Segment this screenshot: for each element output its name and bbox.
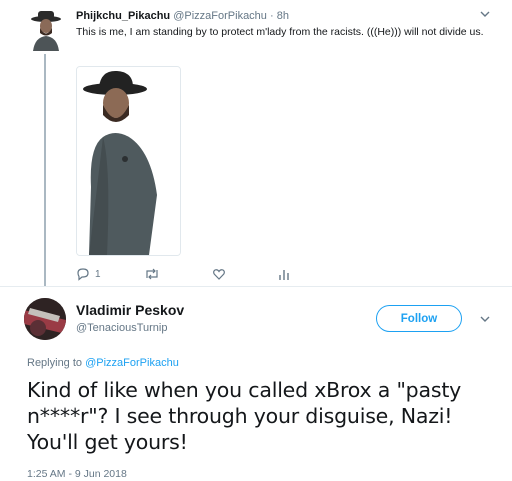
reply-icon bbox=[76, 267, 90, 281]
chevron-down-icon[interactable] bbox=[480, 315, 490, 323]
reply-count: 1 bbox=[95, 268, 101, 280]
divider bbox=[0, 286, 512, 287]
heart-icon bbox=[212, 267, 226, 281]
analytics-action[interactable] bbox=[278, 266, 290, 282]
tweet-media[interactable] bbox=[76, 66, 181, 256]
tweet-text: This is me, I am standing by to protect … bbox=[76, 26, 484, 38]
avatar[interactable] bbox=[30, 11, 62, 51]
retweet-icon bbox=[144, 267, 160, 281]
author-name[interactable]: Phijkchu_Pikachu bbox=[76, 10, 170, 22]
chevron-down-icon[interactable] bbox=[480, 10, 490, 18]
author-handle[interactable]: @PizzaForPikachu bbox=[173, 10, 267, 22]
thread-line bbox=[44, 54, 46, 286]
reply-author-handle[interactable]: @TenaciousTurnip bbox=[76, 322, 167, 334]
follow-button[interactable]: Follow bbox=[376, 305, 462, 332]
reply-author-name[interactable]: Vladimir Peskov bbox=[76, 302, 184, 318]
tweet: Phijkchu_Pikachu @PizzaForPikachu · 8h T… bbox=[76, 10, 496, 40]
reply-text: Kind of like when you called xBrox a "pa… bbox=[27, 378, 462, 454]
tweet-header: Phijkchu_Pikachu @PizzaForPikachu · 8h bbox=[76, 10, 496, 23]
like-action[interactable] bbox=[212, 266, 226, 282]
tweet-time[interactable]: 8h bbox=[277, 10, 289, 22]
retweet-action[interactable] bbox=[144, 266, 160, 282]
analytics-icon bbox=[278, 267, 290, 281]
replying-to-handle-link[interactable]: @PizzaForPikachu bbox=[85, 357, 179, 369]
avatar[interactable] bbox=[24, 298, 66, 340]
replying-to: Replying to @PizzaForPikachu bbox=[27, 357, 179, 369]
tweet-time-separator: · bbox=[269, 10, 274, 22]
replying-to-label: Replying to bbox=[27, 357, 83, 369]
reply-timestamp[interactable]: 1:25 AM - 9 Jun 2018 bbox=[27, 468, 127, 480]
tweet-actions: 1 bbox=[76, 266, 306, 282]
reply-action[interactable]: 1 bbox=[76, 266, 101, 282]
